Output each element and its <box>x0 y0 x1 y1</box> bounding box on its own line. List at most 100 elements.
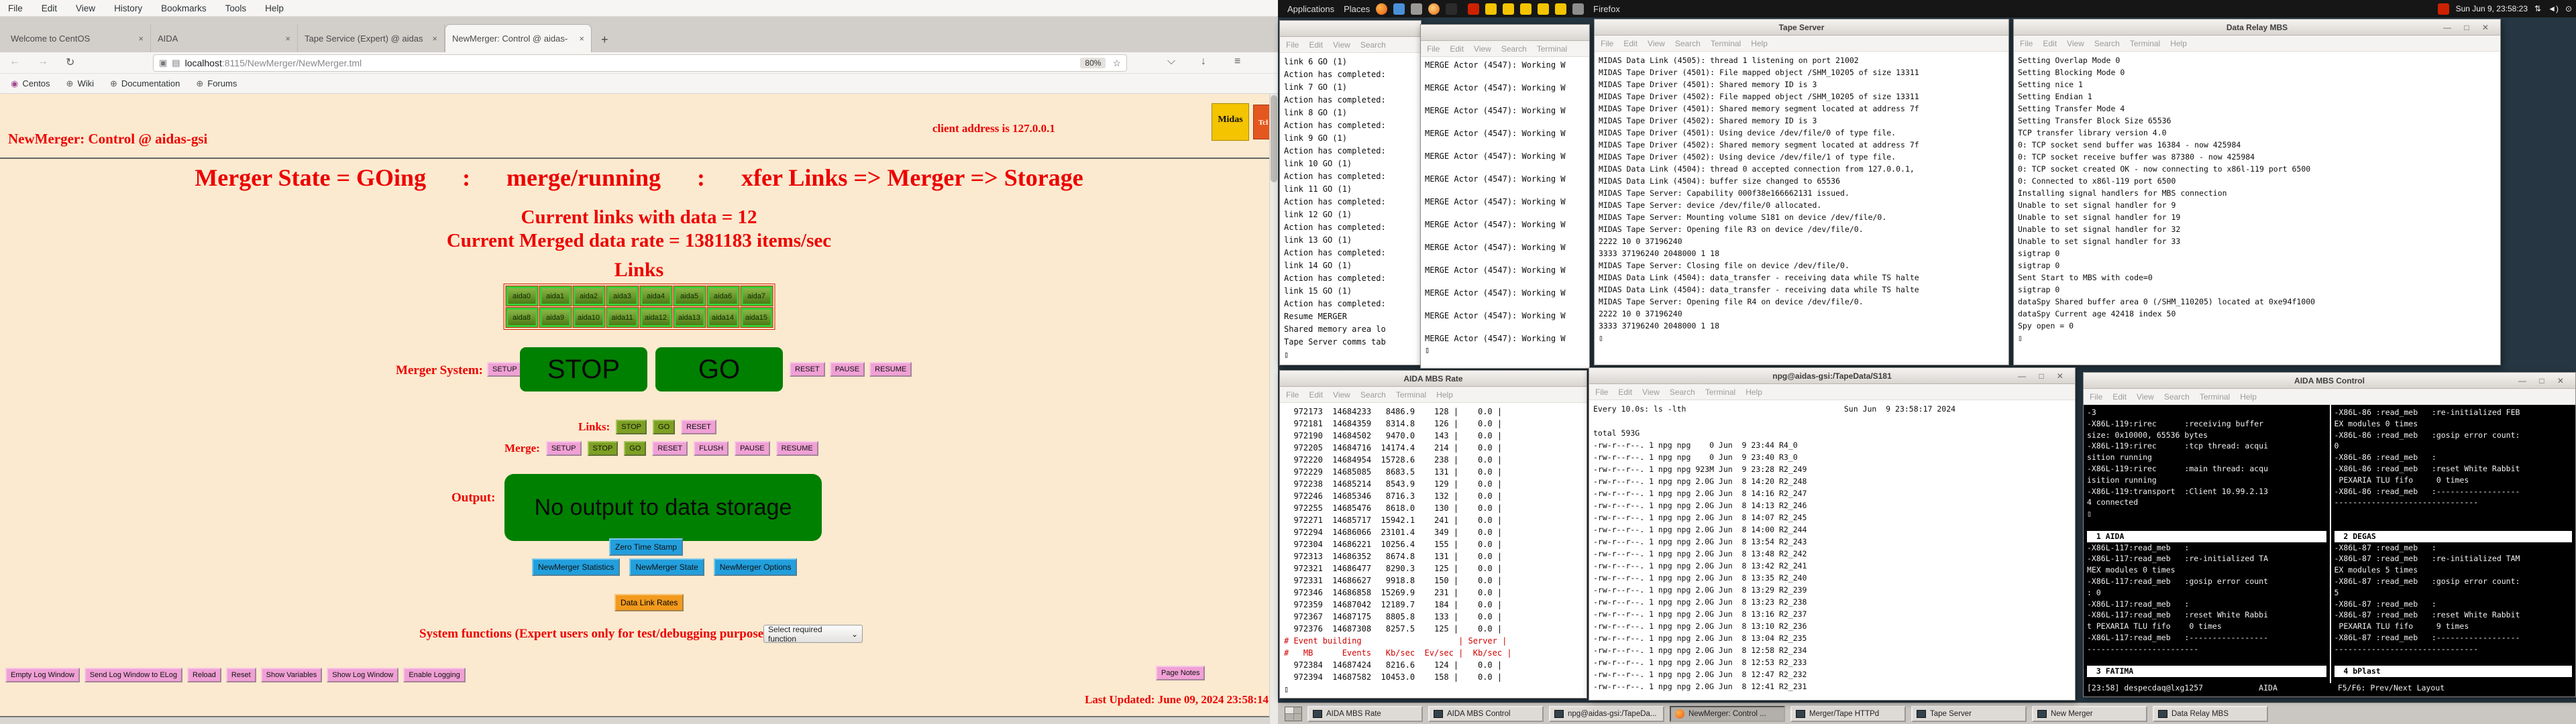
tab-close-icon[interactable]: × <box>285 34 290 44</box>
terminal-titlebar[interactable]: AIDA MBS Control— □ ✕ <box>2084 373 2575 389</box>
merge-row-button[interactable]: RESET <box>652 441 688 456</box>
taskbar-button[interactable]: NewMerger: Control ... <box>1670 706 1785 722</box>
shield-icon[interactable]: ▣ <box>159 58 167 68</box>
bookmark-forums[interactable]: ⊕Forums <box>196 78 237 89</box>
archive-icon[interactable] <box>1572 3 1584 15</box>
aida-link-button[interactable]: aida1 <box>539 286 571 306</box>
aida-link-button[interactable]: aida13 <box>674 308 705 327</box>
merger-stop-button[interactable]: STOP <box>520 347 647 391</box>
terminal-menu-item[interactable]: File <box>2020 39 2033 48</box>
terminal-menu-item[interactable]: File <box>1427 44 1440 54</box>
power-icon[interactable]: ⊙ <box>2565 4 2572 13</box>
new-tab-button[interactable]: + <box>601 33 608 52</box>
notification-icon[interactable] <box>2438 3 2449 15</box>
taskbar-button[interactable]: Data Relay MBS <box>2153 706 2268 722</box>
merge-actor-terminal[interactable]: FileEditViewSearchTerminal MERGE Actor (… <box>1420 24 1590 369</box>
firefox-icon[interactable] <box>1376 3 1387 15</box>
data-link-rates-button[interactable]: Data Link Rates <box>614 594 684 611</box>
aida-link-button[interactable]: aida9 <box>539 308 571 327</box>
clock[interactable]: Sun Jun 9, 23:58:23 <box>2456 4 2528 13</box>
aida-link-button[interactable]: aida6 <box>707 286 739 306</box>
taskbar-button[interactable]: npg@aidas-gsi:/TapeDa... <box>1549 706 1664 722</box>
terminal-menu-item[interactable]: Edit <box>2112 392 2127 402</box>
utility-button[interactable]: Show Log Window <box>327 668 398 682</box>
terminal-menu-item[interactable]: View <box>1474 44 1491 54</box>
menu-item[interactable]: Tools <box>225 3 247 13</box>
aida-link-button[interactable]: aida2 <box>573 286 604 306</box>
menu-item[interactable]: File <box>8 3 23 13</box>
tape-server-terminal[interactable]: Tape Server FileEditViewSearchTerminalHe… <box>1594 19 2009 365</box>
workspace-switcher[interactable] <box>1285 707 1302 721</box>
merge-row-button[interactable]: STOP <box>588 441 619 456</box>
aida-link-button[interactable]: aida4 <box>640 286 672 306</box>
utility-button[interactable]: Reset <box>226 668 256 682</box>
window-controls[interactable]: — □ ✕ <box>2518 373 2569 389</box>
taskbar-button[interactable]: AIDA MBS Control <box>1428 706 1544 722</box>
terminal-menu-item[interactable]: Search <box>2094 39 2120 48</box>
menu-item[interactable]: Edit <box>42 3 57 13</box>
newmerger-link-button[interactable]: NewMerger Statistics <box>532 558 620 576</box>
terminal-menu-item[interactable]: Search <box>1670 387 1695 397</box>
pocket-icon[interactable]: ⌵ <box>1167 56 1175 68</box>
merge-row-button[interactable]: PAUSE <box>735 441 769 456</box>
terminal-menu-item[interactable]: Edit <box>1618 387 1632 397</box>
terminal-menu-item[interactable]: Terminal <box>1711 39 1741 48</box>
aida-link-button[interactable]: aida8 <box>506 308 537 327</box>
merge-row-button[interactable]: FLUSH <box>694 441 729 456</box>
volume-icon[interactable]: ◄) <box>2548 4 2559 13</box>
bookmark-documentation[interactable]: ⊕Documentation <box>110 78 180 89</box>
network-icon[interactable]: ⇅ <box>2534 4 2541 13</box>
npg-tapedata-terminal[interactable]: npg@aidas-gsi:/TapeData/S181— □ ✕ File Ed… <box>1589 367 2076 701</box>
merger-setup-button[interactable]: SETUP <box>487 362 523 377</box>
merge-row-button[interactable]: GO <box>624 441 646 456</box>
browser-tab[interactable]: AIDA× <box>151 24 298 52</box>
terminal-titlebar[interactable]: Tape Server <box>1595 19 2008 36</box>
merger-go-button[interactable]: GO <box>655 347 783 391</box>
terminal-menu-item[interactable]: File <box>1595 387 1608 397</box>
utility-button[interactable]: Empty Log Window <box>5 668 80 682</box>
aida-link-button[interactable]: aida14 <box>707 308 739 327</box>
bookmark-centos[interactable]: ◉Centos <box>11 78 50 89</box>
applications-menu[interactable]: Applications <box>1287 4 1334 14</box>
tab-close-icon[interactable]: × <box>432 34 437 44</box>
terminal-menu-item[interactable]: View <box>1648 39 1665 48</box>
terminal-menu-item[interactable]: File <box>2090 392 2102 402</box>
files-icon[interactable] <box>1393 3 1405 15</box>
terminal-menu-item[interactable]: Terminal <box>1537 44 1567 54</box>
midas-icon-2[interactable] <box>1503 3 1514 15</box>
terminal-menu-item[interactable]: View <box>1642 387 1660 397</box>
merger-log-terminal[interactable]: FileEditViewSearch link 6 GO (1)Action h… <box>1279 20 1421 365</box>
midas-icon-5[interactable] <box>1555 3 1566 15</box>
menu-item[interactable]: View <box>76 3 95 13</box>
midas-icon-3[interactable] <box>1520 3 1532 15</box>
utility-button[interactable]: Send Log Window to ELog <box>85 668 182 682</box>
aida-link-button[interactable]: aida7 <box>741 286 772 306</box>
browser-tab[interactable]: NewMerger: Control @ aidas-× <box>445 24 592 52</box>
aida-link-button[interactable]: aida5 <box>674 286 705 306</box>
terminal-menu-item[interactable]: Terminal <box>2200 392 2230 402</box>
midas-red-icon[interactable] <box>1468 3 1479 15</box>
browser-tab[interactable]: Tape Service (Expert) @ aidas× <box>298 24 445 52</box>
window-controls[interactable]: — □ ✕ <box>2443 19 2494 36</box>
terminal-titlebar[interactable]: Data Relay MBS— □ ✕ <box>2014 19 2500 36</box>
terminal-menu-item[interactable]: Terminal <box>1396 390 1426 400</box>
terminal-menu-item[interactable]: Help <box>2240 392 2257 402</box>
terminal-menu-item[interactable]: File <box>1601 39 1613 48</box>
midas-icon-4[interactable] <box>1538 3 1549 15</box>
merge-row-button[interactable]: RESUME <box>776 441 818 456</box>
terminal-menu-item[interactable]: Help <box>1751 39 1768 48</box>
taskbar-button[interactable]: Merger/Tape HTTPd <box>1790 706 1906 722</box>
terminal-menu-item[interactable]: Edit <box>1623 39 1638 48</box>
terminal-titlebar[interactable]: npg@aidas-gsi:/TapeData/S181— □ ✕ <box>1589 368 2075 384</box>
terminal-icon[interactable] <box>1446 3 1457 15</box>
aida-link-button[interactable]: aida11 <box>606 308 638 327</box>
terminal-titlebar[interactable]: AIDA MBS Rate <box>1280 371 1587 387</box>
links-row-button[interactable]: STOP <box>616 420 647 434</box>
zoom-level-badge[interactable]: 80% <box>1080 58 1106 68</box>
merge-row-button[interactable]: SETUP <box>546 441 582 456</box>
tab-close-icon[interactable]: × <box>138 34 144 44</box>
places-menu[interactable]: Places <box>1344 4 1370 14</box>
scrollbar-thumb[interactable] <box>1271 95 1277 182</box>
midas-icon-1[interactable] <box>1485 3 1497 15</box>
aida-link-button[interactable]: aida3 <box>606 286 638 306</box>
